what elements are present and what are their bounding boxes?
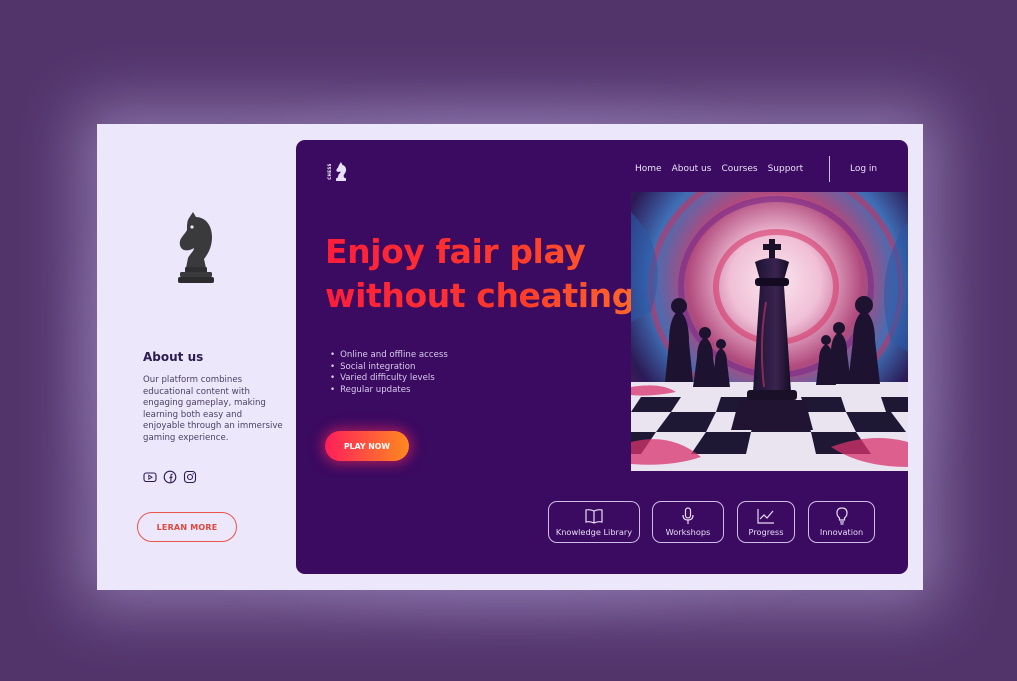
card-label: Progress [748, 527, 784, 537]
page-frame: About us Our platform combines education… [97, 124, 923, 590]
card-progress[interactable]: Progress [737, 501, 795, 543]
nav-home[interactable]: Home [630, 164, 667, 174]
instagram-icon[interactable] [183, 470, 197, 484]
feature-item: Regular updates [330, 385, 448, 397]
about-title: About us [143, 350, 204, 364]
youtube-icon[interactable] [143, 470, 157, 484]
card-workshops[interactable]: Workshops [652, 501, 724, 543]
book-icon [585, 509, 603, 524]
card-label: Workshops [665, 527, 711, 537]
card-knowledge-library[interactable]: Knowledge Library [548, 501, 640, 543]
feature-item: Online and offline access [330, 350, 448, 362]
knight-icon [178, 212, 214, 283]
feature-item: Varied difficulty levels [330, 373, 448, 385]
hero-title-line1: Enjoy fair play [325, 232, 586, 271]
main-nav: Home About us Courses Support [630, 164, 808, 174]
nav-courses[interactable]: Courses [716, 164, 762, 174]
chess-piece-logo-icon [336, 162, 347, 181]
lightbulb-icon [835, 507, 848, 525]
social-links [143, 470, 197, 484]
card-label: Innovation [819, 527, 864, 537]
hero-title-line2: without cheating [325, 276, 636, 315]
nav-support[interactable]: Support [763, 164, 809, 174]
card-innovation[interactable]: Innovation [808, 501, 875, 543]
chess-king-artwork [631, 192, 908, 471]
card-label: Knowledge Library [555, 527, 633, 537]
chart-line-icon [757, 509, 774, 524]
microphone-icon [682, 507, 694, 524]
login-link[interactable]: Log in [850, 164, 877, 174]
hero-panel: CHESS Home About us Courses Support Log … [296, 140, 908, 574]
logo-text: CHESS [326, 163, 332, 180]
nav-divider [829, 156, 830, 182]
learn-more-button[interactable]: LERAN MORE [137, 512, 237, 542]
facebook-icon[interactable] [163, 470, 177, 484]
hero-title: Enjoy fair play without cheating [325, 230, 645, 318]
nav-about-us[interactable]: About us [667, 164, 717, 174]
play-now-button[interactable]: PLAY NOW [325, 431, 409, 461]
logo[interactable]: CHESS [326, 162, 350, 184]
feature-item: Social integration [330, 362, 448, 374]
about-text: Our platform combines educational conten… [143, 375, 283, 443]
feature-list: Online and offline access Social integra… [330, 350, 448, 396]
